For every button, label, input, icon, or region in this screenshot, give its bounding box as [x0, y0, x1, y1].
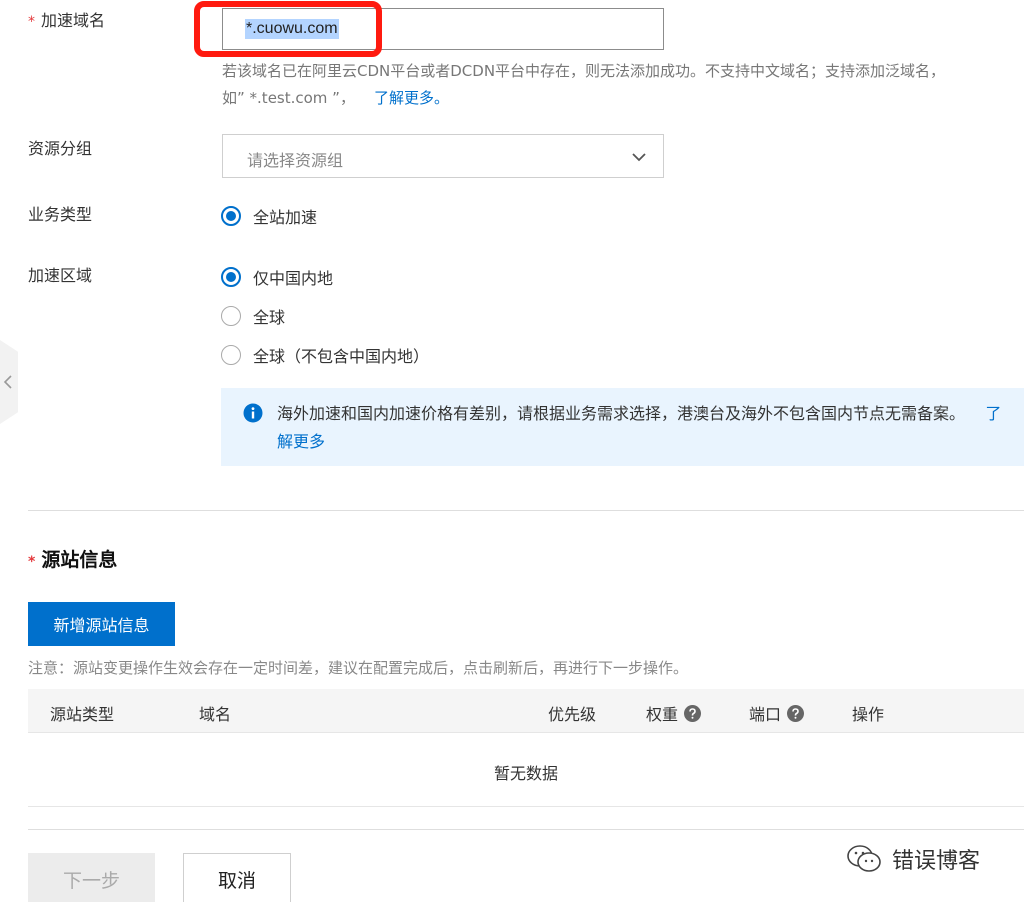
- col-actions: 操作: [852, 705, 885, 724]
- region-info-text: 海外加速和国内加速价格有差别，请根据业务需求选择，港澳台及海外不包含国内节点无需…: [277, 404, 1002, 451]
- help-icon[interactable]: [684, 704, 702, 722]
- origin-table-body: 暂无数据: [28, 733, 1024, 807]
- radio-dot: [221, 267, 241, 287]
- watermark: 错误博客: [846, 843, 980, 875]
- learn-more-link[interactable]: 了解更多。: [374, 89, 449, 107]
- empty-state: 暂无数据: [493, 764, 558, 783]
- footer-divider: [28, 829, 1024, 830]
- origin-section-title: * 源站信息: [28, 549, 118, 571]
- help-icon[interactable]: [787, 704, 805, 722]
- highlight-annotation: [194, 1, 382, 57]
- col-priority: 优先级: [548, 705, 597, 724]
- required-mark: *: [28, 554, 36, 570]
- watermark-text: 错误博客: [892, 849, 981, 874]
- origin-table-header: 源站类型 域名 优先级 权重 端口 操作: [28, 689, 1024, 733]
- col-domain: 域名: [199, 705, 232, 724]
- region-info-box: 海外加速和国内加速价格有差别，请根据业务需求选择，港澳台及海外不包含国内节点无需…: [221, 388, 1024, 466]
- col-origin-type: 源站类型: [50, 705, 115, 724]
- radio-dot: [221, 306, 241, 326]
- resource-group-label: 资源分组: [28, 139, 93, 158]
- required-mark: *: [28, 14, 35, 30]
- chevron-left-icon: [3, 375, 12, 389]
- next-step-button[interactable]: 下一步: [28, 853, 155, 902]
- origin-note: 注意：源站变更操作生效会存在一定时间差，建议在配置完成后，点击刷新后，再进行下一…: [28, 659, 689, 677]
- collapse-tab[interactable]: [0, 340, 18, 424]
- col-weight: 权重: [646, 701, 702, 725]
- add-origin-button[interactable]: 新增源站信息: [28, 602, 175, 646]
- region-label: 加速区域: [28, 266, 93, 285]
- section-divider: [28, 510, 1024, 511]
- radio-full-site[interactable]: 全站加速: [221, 205, 317, 227]
- col-port: 端口: [749, 701, 805, 725]
- resource-group-placeholder: 请选择资源组: [247, 151, 344, 170]
- radio-global-excl-mainland[interactable]: 全球（不包含中国内地）: [221, 344, 429, 366]
- cancel-button[interactable]: 取消: [183, 853, 291, 902]
- info-icon: [243, 403, 263, 423]
- radio-global[interactable]: 全球: [221, 305, 285, 327]
- radio-dot: [221, 345, 241, 365]
- domain-hint-line2: 如” *.test.com ”， 了解更多。: [222, 89, 450, 107]
- resource-group-select[interactable]: 请选择资源组: [222, 134, 664, 178]
- add-domain-form: * 加速域名 *.cuowu.com 若该域名已在阿里云CDN平台或者DCDN平台…: [0, 0, 1024, 902]
- business-type-label: 业务类型: [28, 205, 93, 224]
- domain-label: * 加速域名: [28, 11, 106, 30]
- wechat-icon: [847, 845, 881, 872]
- radio-mainland-china[interactable]: 仅中国内地: [221, 266, 333, 288]
- domain-hint: 若该域名已在阿里云CDN平台或者DCDN平台中存在，则无法添加成功。不支持中文域…: [222, 62, 946, 80]
- chevron-down-icon: [632, 153, 646, 162]
- radio-dot: [221, 206, 241, 226]
